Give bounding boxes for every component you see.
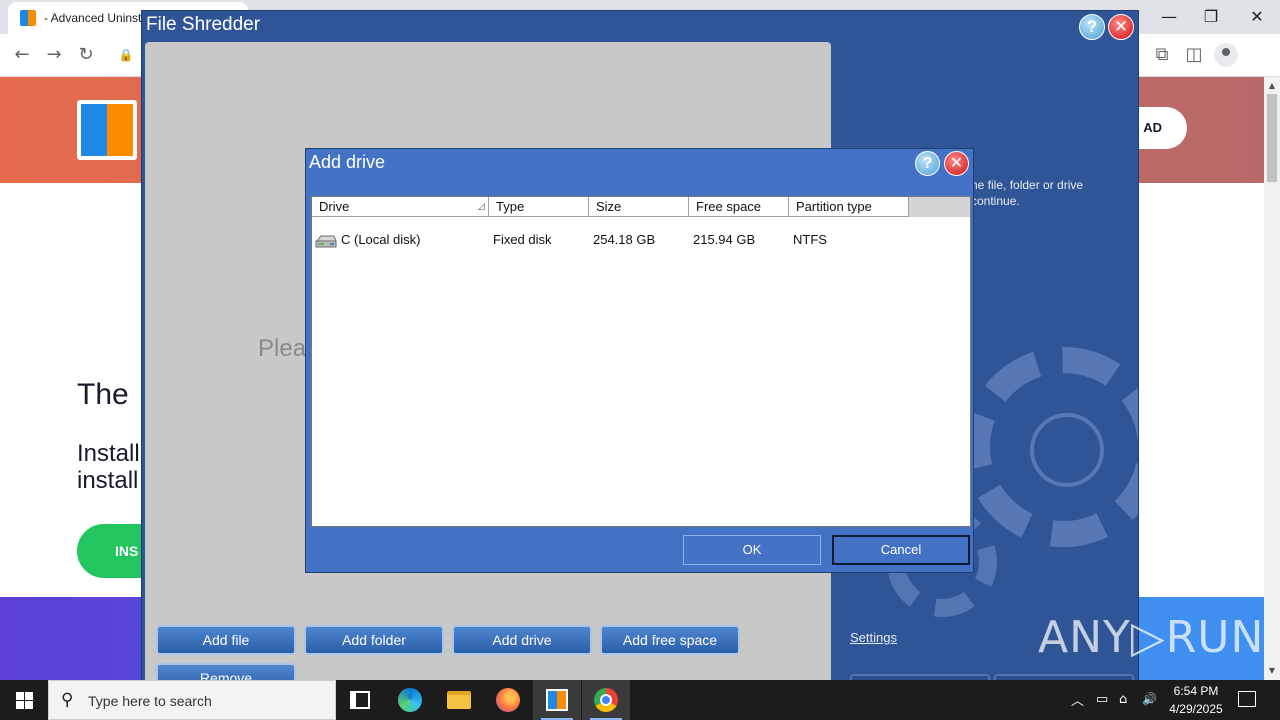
start-button[interactable] [0, 680, 48, 720]
edge-icon [398, 688, 422, 712]
gear-icon [964, 347, 1138, 547]
taskbar-search-placeholder: Type here to search [88, 693, 212, 709]
taskbar-search-box[interactable]: ⚲ Type here to search [48, 680, 336, 720]
firefox-icon [496, 688, 520, 712]
dialog-close-icon[interactable]: ✕ [944, 151, 969, 176]
column-header-drive[interactable]: Drive ◿ [312, 197, 489, 217]
profile-avatar[interactable] [1214, 43, 1238, 67]
task-view-button[interactable] [336, 680, 384, 720]
drive-list-header: Drive ◿ Type Size Free space Partition t… [312, 197, 970, 217]
window-maximize-button[interactable]: ❐ [1188, 4, 1234, 30]
shredder-instructions-line-1: ne file, folder or drive [971, 178, 1084, 192]
folder-icon [447, 691, 471, 709]
column-header-size[interactable]: Size [589, 197, 689, 217]
taskbar-advanced-uninstaller[interactable] [533, 680, 581, 720]
file-shredder-close-icon[interactable]: ✕ [1108, 14, 1134, 40]
drive-size: 254.18 GB [593, 232, 656, 247]
task-view-icon [350, 691, 370, 709]
add-file-button[interactable]: Add file [156, 625, 296, 655]
website-logo[interactable] [77, 100, 137, 160]
column-header-type[interactable]: Type [489, 197, 589, 217]
add-folder-button[interactable]: Add folder [304, 625, 444, 655]
tray-chevron-icon[interactable]: ︿ [1071, 690, 1084, 709]
advanced-uninstaller-favicon-icon [20, 10, 36, 26]
browser-tab-title: - Advanced Uninst [44, 11, 142, 25]
ok-button[interactable]: OK [683, 535, 821, 565]
column-header-partition-type[interactable]: Partition type [789, 197, 909, 217]
tray-volume-icon[interactable]: 🔊 [1142, 692, 1157, 706]
drive-list[interactable]: Drive ◿ Type Size Free space Partition t… [311, 196, 971, 527]
file-shredder-title: File Shredder [146, 14, 261, 35]
window-minimize-button[interactable]: — [1146, 4, 1192, 30]
clock-time[interactable]: 6:54 PM [1168, 684, 1224, 698]
website-heading: The [77, 378, 129, 411]
add-drive-dialog-title: Add drive [309, 152, 386, 172]
tray-network-icon[interactable]: ⌂ [1119, 692, 1127, 707]
settings-link[interactable]: Settings [850, 630, 897, 645]
side-panel-icon[interactable]: ◫ [1182, 43, 1206, 67]
tray-device-icon[interactable]: ▭ [1096, 692, 1108, 707]
file-shredder-help-icon[interactable]: ? [1079, 14, 1105, 40]
search-icon: ⚲ [61, 690, 74, 710]
drive-partition-type: NTFS [793, 232, 827, 247]
taskbar-chrome[interactable] [582, 680, 630, 720]
scroll-down-arrow-icon[interactable]: ▼ [1266, 665, 1278, 677]
drive-row[interactable]: C (Local disk) Fixed disk 254.18 GB 215.… [312, 229, 970, 251]
website-subtext-line-2: install [77, 467, 139, 494]
scroll-up-arrow-icon[interactable]: ▲ [1266, 80, 1278, 92]
drive-free-space: 215.94 GB [693, 232, 756, 247]
add-free-space-button[interactable]: Add free space [600, 625, 740, 655]
anyrun-watermark: ANY▷RUN [1038, 612, 1265, 663]
drive-name: C (Local disk) [341, 232, 421, 247]
add-drive-button[interactable]: Add drive [452, 625, 592, 655]
website-subtext: Install install [77, 440, 140, 494]
website-subtext-line-1: Install [77, 440, 140, 467]
chrome-icon [594, 688, 618, 712]
taskbar-firefox[interactable] [484, 680, 532, 720]
lock-icon[interactable]: 🔒 [114, 43, 138, 67]
add-drive-dialog: Add drive ? ✕ Drive ◿ Type Size Free spa… [305, 148, 974, 573]
back-icon[interactable]: ← [10, 43, 34, 67]
reload-icon[interactable]: ↻ [74, 43, 98, 67]
shredder-instructions: ne file, folder or drive continue. [971, 177, 1083, 209]
drive-type: Fixed disk [493, 232, 552, 247]
column-header-free-space[interactable]: Free space [689, 197, 789, 217]
dialog-help-icon[interactable]: ? [915, 151, 940, 176]
forward-icon[interactable]: → [42, 43, 66, 67]
page-scrollbar-thumb[interactable] [1267, 94, 1277, 182]
clock-date[interactable]: 4/29/2025 [1164, 702, 1228, 716]
sort-ascending-icon: ◿ [478, 202, 485, 212]
windows-taskbar: ⚲ Type here to search ︿ ▭ ⌂ 🔊 6:54 PM 4/… [0, 680, 1280, 720]
shredder-instructions-line-2: continue. [971, 194, 1020, 208]
hard-drive-icon [315, 235, 337, 248]
advanced-uninstaller-icon [546, 689, 568, 711]
notifications-icon[interactable] [1238, 691, 1256, 707]
cancel-button[interactable]: Cancel [832, 535, 970, 565]
extensions-icon[interactable]: ⧉ [1150, 43, 1174, 67]
window-close-button[interactable]: ✕ [1234, 4, 1280, 30]
taskbar-edge[interactable] [386, 680, 434, 720]
taskbar-file-explorer[interactable] [435, 680, 483, 720]
